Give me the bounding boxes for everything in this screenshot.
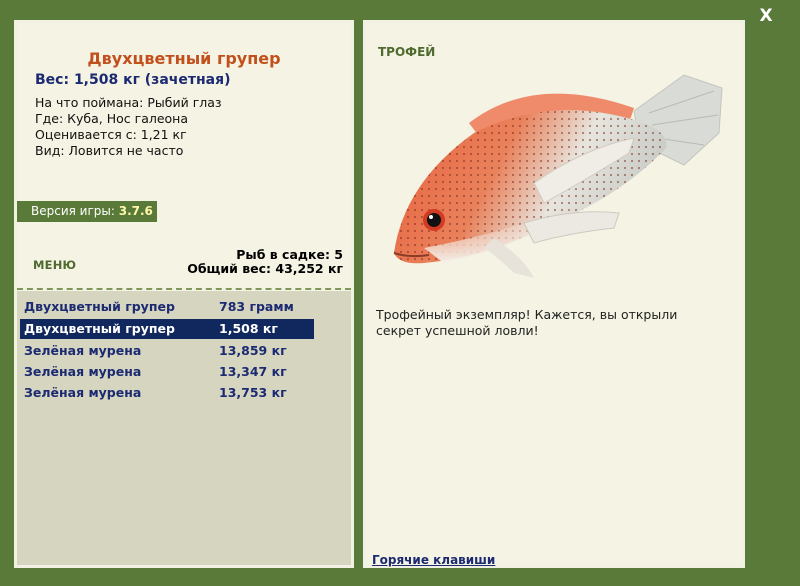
version-bar: Версия игры: 3.7.6 bbox=[17, 201, 157, 222]
version-label: Версия игры: bbox=[31, 204, 115, 218]
value-info: Оценивается с: 1,21 кг bbox=[35, 127, 187, 142]
catch-list-item-selected[interactable]: Двухцветный групер 1,508 кг bbox=[20, 319, 314, 339]
cage-total-weight: Общий вес: 43,252 кг bbox=[187, 261, 343, 276]
catch-weight: 1,508 кг bbox=[219, 321, 278, 336]
trophy-panel: ТРОФЕЙ Трофейный экземпляр! Кажется, вы … bbox=[363, 20, 745, 568]
version-value: 3.7.6 bbox=[118, 204, 153, 218]
catch-weight: 13,859 кг bbox=[219, 343, 287, 358]
catch-list-item[interactable]: Зелёная мурена 13,347 кг bbox=[20, 362, 314, 382]
dashed-divider bbox=[17, 288, 351, 290]
catch-weight: 783 грамм bbox=[219, 299, 294, 314]
catch-name: Зелёная мурена bbox=[24, 343, 142, 358]
hotkeys-link[interactable]: Горячие клавиши bbox=[372, 553, 495, 567]
catch-name: Зелёная мурена bbox=[24, 364, 142, 379]
catch-list: Двухцветный групер 783 грамм Двухцветный… bbox=[17, 291, 351, 565]
catch-list-item[interactable]: Двухцветный групер 783 грамм bbox=[20, 297, 314, 317]
catch-name: Зелёная мурена bbox=[24, 385, 142, 400]
fish-info-panel: Двухцветный групер Вес: 1,508 кг (зачетн… bbox=[14, 20, 354, 568]
catch-list-item[interactable]: Зелёная мурена 13,859 кг bbox=[20, 341, 314, 361]
fish-details: На что поймана: Рыбий глаз Где: Куба, Но… bbox=[35, 95, 222, 159]
grouper-fish-image bbox=[393, 74, 723, 278]
location-info: Где: Куба, Нос галеона bbox=[35, 111, 189, 126]
close-button[interactable]: X bbox=[756, 6, 776, 26]
catch-list-item[interactable]: Зелёная мурена 13,753 кг bbox=[20, 383, 314, 403]
catch-weight: 13,753 кг bbox=[219, 385, 287, 400]
frequency-info: Вид: Ловится не часто bbox=[35, 143, 184, 158]
catch-name: Двухцветный групер bbox=[24, 299, 175, 314]
catch-name: Двухцветный групер bbox=[24, 321, 175, 336]
menu-button[interactable]: МЕНЮ bbox=[33, 258, 76, 272]
bait-info: На что поймана: Рыбий глаз bbox=[35, 95, 222, 110]
trophy-message: Трофейный экземпляр! Кажется, вы открыли… bbox=[376, 307, 678, 338]
catch-weight: 13,347 кг bbox=[219, 364, 287, 379]
cage-count: Рыб в садке: 5 bbox=[236, 247, 343, 262]
fish-title: Двухцветный групер bbox=[87, 49, 281, 68]
fish-weight: Вес: 1,508 кг (зачетная) bbox=[35, 72, 231, 88]
cage-stats: Рыб в садке: 5 Общий вес: 43,252 кг bbox=[187, 248, 343, 276]
